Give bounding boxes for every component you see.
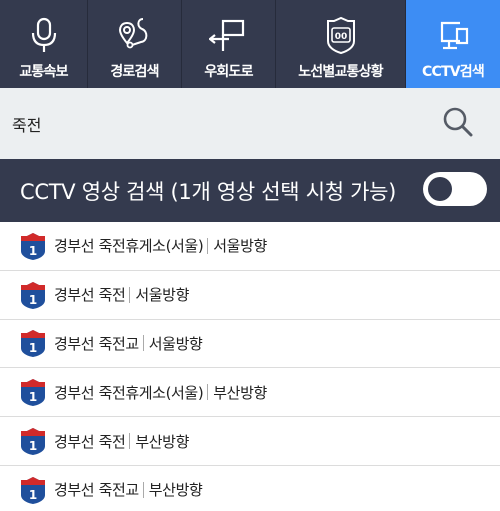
search-icon <box>441 105 475 143</box>
nav-label: 교통속보 <box>19 64 68 80</box>
separator <box>207 237 209 254</box>
nav-route-traffic[interactable]: 00 노선별교통상황 <box>276 0 406 88</box>
direction: 서울방향 <box>213 237 267 256</box>
toggle-knob <box>428 177 452 201</box>
multi-view-toggle[interactable] <box>423 172 487 206</box>
direction: 부산방향 <box>135 432 189 451</box>
route-number: 1 <box>29 293 37 307</box>
route-number: 1 <box>29 488 37 502</box>
route-shield-icon: 00 <box>324 12 358 58</box>
nav-label: 경로검색 <box>110 64 159 80</box>
road-name: 경부선 죽전휴게소(서울) <box>54 237 204 256</box>
search-input[interactable] <box>0 88 430 159</box>
direction: 서울방향 <box>135 286 189 305</box>
separator <box>142 335 144 352</box>
road-name: 경부선 죽전 <box>54 432 126 451</box>
list-item[interactable]: 1 경부선 죽전 부산방향 <box>0 417 500 466</box>
route-number: 1 <box>29 439 37 453</box>
highway-shield-icon: 1 <box>21 379 45 407</box>
direction: 부산방향 <box>148 481 203 500</box>
nav-label: 노선별교통상황 <box>298 64 383 80</box>
separator <box>129 433 131 450</box>
list-item[interactable]: 1 경부선 죽전휴게소(서울) 서울방향 <box>0 222 500 271</box>
road-name: 경부선 죽전 <box>54 286 126 305</box>
svg-text:00: 00 <box>334 32 347 42</box>
list-item[interactable]: 1 경부선 죽전교 서울방향 <box>0 320 500 369</box>
nav-detour[interactable]: 우회도로 <box>182 0 276 88</box>
highway-shield-icon: 1 <box>21 428 45 456</box>
route-icon <box>115 12 155 58</box>
microphone-icon <box>29 12 59 58</box>
detour-sign-icon <box>208 12 249 58</box>
direction: 부산방향 <box>213 383 267 402</box>
cctv-result-list: 1 경부선 죽전휴게소(서울) 서울방향 1 경부선 죽전 서울방향 1 경부선 죽전교 서울방… <box>0 222 500 511</box>
cctv-title: CCTV 영상 검색 (1개 영상 선택 시청 가능) <box>20 180 397 204</box>
highway-shield-icon: 1 <box>21 330 45 358</box>
separator <box>129 286 131 303</box>
list-item[interactable]: 1 경부선 죽전교 부산방향 <box>0 466 500 511</box>
top-nav: 교통속보 경로검색 우회도로 00 노선별교통상황 CCTV검색 <box>0 0 500 88</box>
route-number: 1 <box>29 341 37 355</box>
nav-label: 우회도로 <box>204 64 253 80</box>
road-name: 경부선 죽전교 <box>54 334 139 353</box>
highway-shield-icon: 1 <box>21 281 45 309</box>
cctv-monitor-icon <box>433 12 473 58</box>
separator <box>142 481 144 498</box>
direction: 서울방향 <box>148 334 203 353</box>
nav-route-search[interactable]: 경로검색 <box>88 0 182 88</box>
highway-shield-icon: 1 <box>21 232 45 260</box>
road-name: 경부선 죽전교 <box>54 481 139 500</box>
search-button[interactable] <box>436 102 480 146</box>
route-number: 1 <box>29 390 37 404</box>
separator <box>207 384 209 401</box>
nav-label: CCTV검색 <box>422 64 485 80</box>
list-item[interactable]: 1 경부선 죽전휴게소(서울) 부산방향 <box>0 368 500 418</box>
list-item[interactable]: 1 경부선 죽전 서울방향 <box>0 271 500 320</box>
search-bar <box>0 88 500 159</box>
nav-traffic-news[interactable]: 교통속보 <box>0 0 88 88</box>
nav-cctv-search[interactable]: CCTV검색 <box>406 0 500 88</box>
road-name: 경부선 죽전휴게소(서울) <box>54 383 204 402</box>
highway-shield-icon: 1 <box>21 476 45 504</box>
route-number: 1 <box>29 244 37 258</box>
